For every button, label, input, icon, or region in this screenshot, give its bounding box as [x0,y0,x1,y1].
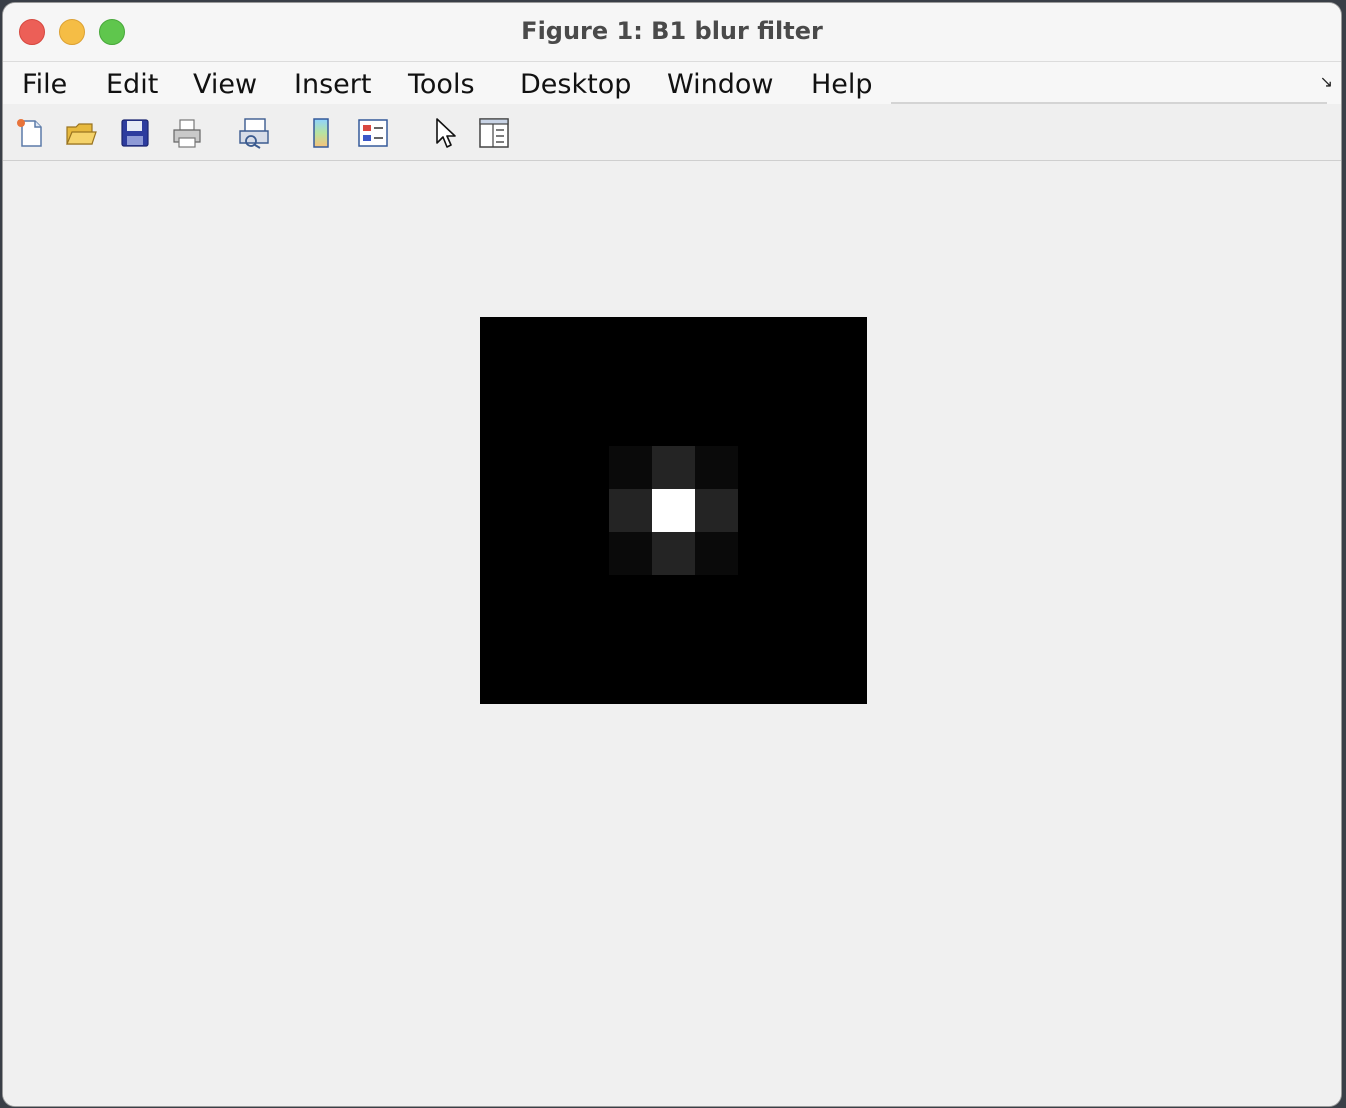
menu-window[interactable]: Window [667,69,773,100]
figure-window: Figure 1: B1 blur filter File Edit View … [3,3,1341,1106]
figure-toolbar [3,104,1341,161]
filter-image[interactable] [480,317,867,704]
image-pixel [609,489,652,532]
save-icon[interactable] [118,116,152,150]
menu-file[interactable]: File [22,69,67,100]
image-pixel [652,489,695,532]
new-figure-icon[interactable] [13,116,47,150]
menu-view[interactable]: View [193,69,257,100]
menu-bar: File Edit View Insert Tools Desktop Wind… [3,62,1341,104]
print-icon[interactable] [170,116,204,150]
print-preview-icon[interactable] [237,116,271,150]
dock-figure-icon[interactable]: ↘ [1320,72,1333,92]
image-pixel [652,446,695,489]
window-title: Figure 1: B1 blur filter [521,17,823,45]
open-file-icon[interactable] [64,116,98,150]
legend-icon[interactable] [356,116,390,150]
image-pixel [695,489,738,532]
menu-tools[interactable]: Tools [408,69,475,100]
image-pixel [695,532,738,575]
menu-desktop[interactable]: Desktop [520,69,631,100]
edit-plot-pointer-icon[interactable] [428,116,462,150]
menu-insert[interactable]: Insert [294,69,371,100]
image-pixel [609,446,652,489]
menu-edit[interactable]: Edit [106,69,158,100]
image-pixel [695,446,738,489]
figure-canvas[interactable] [3,161,1341,1106]
title-bar[interactable]: Figure 1: B1 blur filter [3,3,1341,62]
image-pixel [609,532,652,575]
property-inspector-icon[interactable] [477,116,511,150]
image-pixel [652,532,695,575]
menu-help[interactable]: Help [811,69,873,100]
colorbar-icon[interactable] [304,116,338,150]
